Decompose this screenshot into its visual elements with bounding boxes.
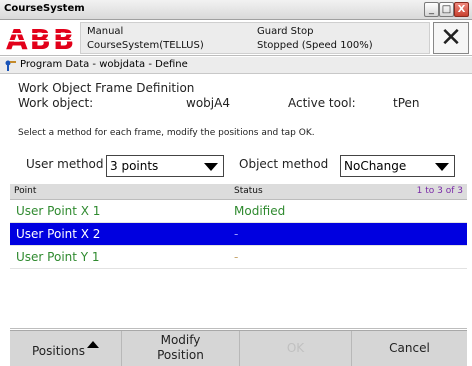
point-name: User Point Y 1 bbox=[16, 250, 100, 264]
object-method-select[interactable]: NoChange bbox=[340, 155, 455, 177]
positions-menu-button[interactable]: Positions bbox=[10, 331, 122, 366]
abb-logo-icon: ABB bbox=[6, 23, 76, 56]
point-name: User Point X 2 bbox=[16, 227, 101, 241]
maximize-button[interactable]: □ bbox=[439, 2, 454, 17]
row-range-indicator: 1 to 3 of 3 bbox=[416, 186, 463, 196]
caret-up-icon bbox=[86, 341, 99, 348]
maximize-icon: □ bbox=[441, 4, 452, 15]
table-row[interactable]: User Point Y 1 - bbox=[10, 246, 467, 269]
work-object-value: wobjA4 bbox=[186, 96, 230, 110]
point-status: - bbox=[234, 227, 239, 241]
positions-label: Positions bbox=[32, 344, 85, 358]
chevron-down-icon bbox=[204, 163, 218, 171]
column-header-point: Point bbox=[14, 186, 37, 196]
status-bar[interactable]: Manual CourseSystem(TELLUS) Guard Stop S… bbox=[80, 22, 430, 54]
user-method-select[interactable]: 3 points bbox=[106, 155, 224, 177]
flexpendant-header: ABB Manual CourseSystem(TELLUS) Guard St… bbox=[0, 20, 472, 56]
chevron-down-icon bbox=[435, 163, 449, 171]
modify-position-button[interactable]: Modify Position bbox=[122, 331, 240, 366]
modify-label: Modify bbox=[160, 333, 201, 347]
work-object-label: Work object: bbox=[18, 96, 94, 110]
minimize-button[interactable]: _ bbox=[424, 2, 439, 17]
ok-label: OK bbox=[286, 341, 305, 355]
close-view-button[interactable]: ✕ bbox=[433, 22, 469, 54]
table-header: Point Status 1 to 3 of 3 bbox=[10, 184, 467, 200]
ok-button[interactable]: OK bbox=[240, 331, 352, 366]
point-name: User Point X 1 bbox=[16, 204, 101, 218]
program-data-icon bbox=[4, 59, 16, 71]
svg-text:ABB: ABB bbox=[6, 24, 76, 52]
column-header-status: Status bbox=[234, 186, 263, 196]
window-titlebar: CourseSystem _ □ X bbox=[0, 0, 472, 20]
table-row[interactable]: User Point X 2 - bbox=[10, 223, 467, 246]
controller-state: Guard Stop bbox=[257, 26, 314, 37]
position-label: Position bbox=[157, 348, 204, 362]
command-bar: Positions Modify Position OK Cancel bbox=[10, 330, 467, 366]
active-tool-label: Active tool: bbox=[288, 96, 356, 110]
abb-logo[interactable]: ABB bbox=[6, 23, 76, 56]
close-view-icon: ✕ bbox=[440, 23, 462, 53]
page-heading: Work Object Frame Definition bbox=[18, 81, 195, 95]
points-table: User Point X 1 Modified User Point X 2 -… bbox=[10, 200, 467, 329]
instruction-text: Select a method for each frame, modify t… bbox=[18, 128, 315, 138]
system-name: CourseSystem(TELLUS) bbox=[87, 40, 204, 51]
cancel-button[interactable]: Cancel bbox=[352, 331, 467, 366]
breadcrumb: Program Data - wobjdata - Define bbox=[0, 57, 472, 74]
breadcrumb-text: Program Data - wobjdata - Define bbox=[20, 59, 188, 70]
object-method-label: Object method bbox=[239, 157, 329, 171]
user-method-label: User method bbox=[26, 157, 104, 171]
operating-mode: Manual bbox=[87, 26, 124, 37]
window-title: CourseSystem bbox=[4, 3, 85, 14]
active-tool-value: tPen bbox=[393, 96, 420, 110]
table-row[interactable]: User Point X 1 Modified bbox=[10, 200, 467, 223]
close-icon: X bbox=[457, 4, 466, 15]
window-close-button[interactable]: X bbox=[454, 2, 469, 17]
program-speed-status: Stopped (Speed 100%) bbox=[257, 40, 373, 51]
minimize-icon: _ bbox=[429, 4, 434, 15]
point-status: Modified bbox=[234, 204, 286, 218]
point-status: - bbox=[234, 250, 239, 264]
object-method-value: NoChange bbox=[344, 159, 407, 173]
user-method-value: 3 points bbox=[110, 159, 159, 173]
cancel-label: Cancel bbox=[389, 341, 430, 355]
